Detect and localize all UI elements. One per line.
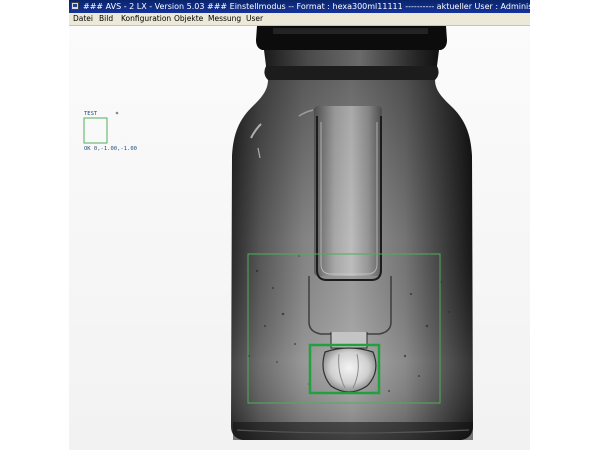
menu-objekte[interactable]: Objekte: [174, 13, 203, 25]
application-window: ### AVS - 2 LX - Version 5.03 ### Einste…: [69, 0, 530, 450]
app-icon[interactable]: [71, 2, 79, 10]
menu-datei[interactable]: Datei: [73, 13, 93, 25]
menu-bild[interactable]: Bild: [99, 13, 113, 25]
test-tool-label: TEST: [84, 111, 98, 117]
image-workspace: TEST OK 0,-1.00,-1.00: [69, 26, 530, 450]
menu-messung[interactable]: Messung: [208, 13, 241, 25]
window-title: ### AVS - 2 LX - Version 5.03 ### Einste…: [83, 2, 530, 11]
title-bar[interactable]: ### AVS - 2 LX - Version 5.03 ### Einste…: [69, 0, 530, 13]
bottle-lip: [256, 26, 447, 50]
menu-bar: Datei Bild Konfiguration Objekte Messung…: [69, 13, 530, 26]
test-tool-marker: [115, 111, 119, 115]
camera-image[interactable]: TEST OK 0,-1.00,-1.00: [69, 26, 530, 450]
menu-konfiguration[interactable]: Konfiguration: [121, 13, 171, 25]
bottle-neck: [264, 50, 439, 80]
menu-user[interactable]: User: [246, 13, 263, 25]
test-tool-result: OK 0,-1.00,-1.00: [84, 146, 137, 152]
